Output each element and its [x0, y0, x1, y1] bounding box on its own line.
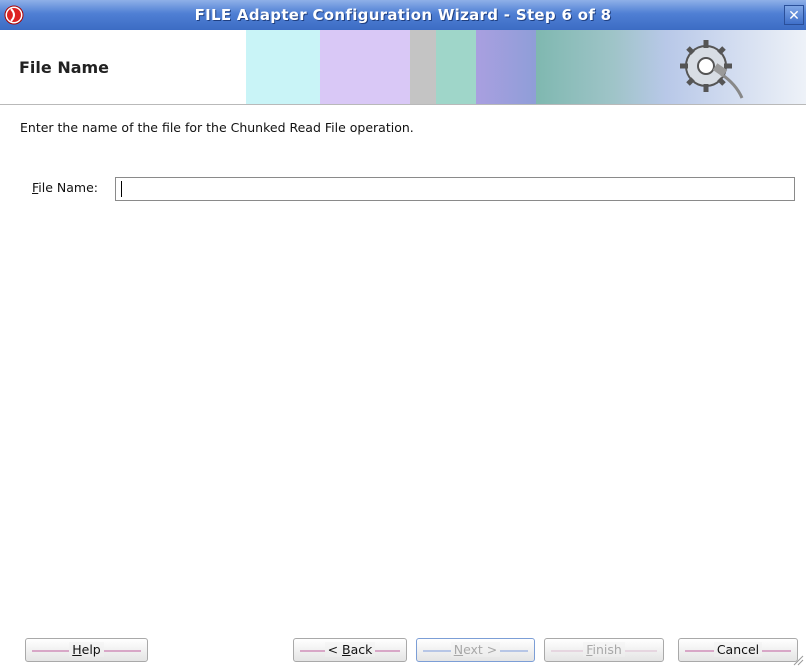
page-title: File Name — [19, 58, 110, 77]
file-name-label: File Name: — [32, 180, 98, 195]
close-icon[interactable]: ✕ — [784, 5, 804, 25]
window-title: FILE Adapter Configuration Wizard - Step… — [194, 6, 612, 24]
wizard-header: File Name — [0, 30, 806, 104]
instructions-text: Enter the name of the file for the Chunk… — [20, 120, 414, 135]
banner-graphic — [246, 30, 806, 104]
cancel-button[interactable]: Cancel — [678, 638, 798, 662]
file-name-input[interactable] — [115, 177, 795, 201]
window-titlebar: FILE Adapter Configuration Wizard - Step… — [0, 0, 806, 31]
back-button[interactable]: < Back — [293, 638, 407, 662]
header-divider — [0, 104, 806, 105]
help-button[interactable]: Help — [25, 638, 148, 662]
finish-button[interactable]: Finish — [544, 638, 664, 662]
resize-grip-icon[interactable] — [792, 654, 804, 666]
text-caret — [121, 181, 122, 197]
next-button[interactable]: Next > — [416, 638, 535, 662]
gear-icon — [680, 40, 744, 99]
